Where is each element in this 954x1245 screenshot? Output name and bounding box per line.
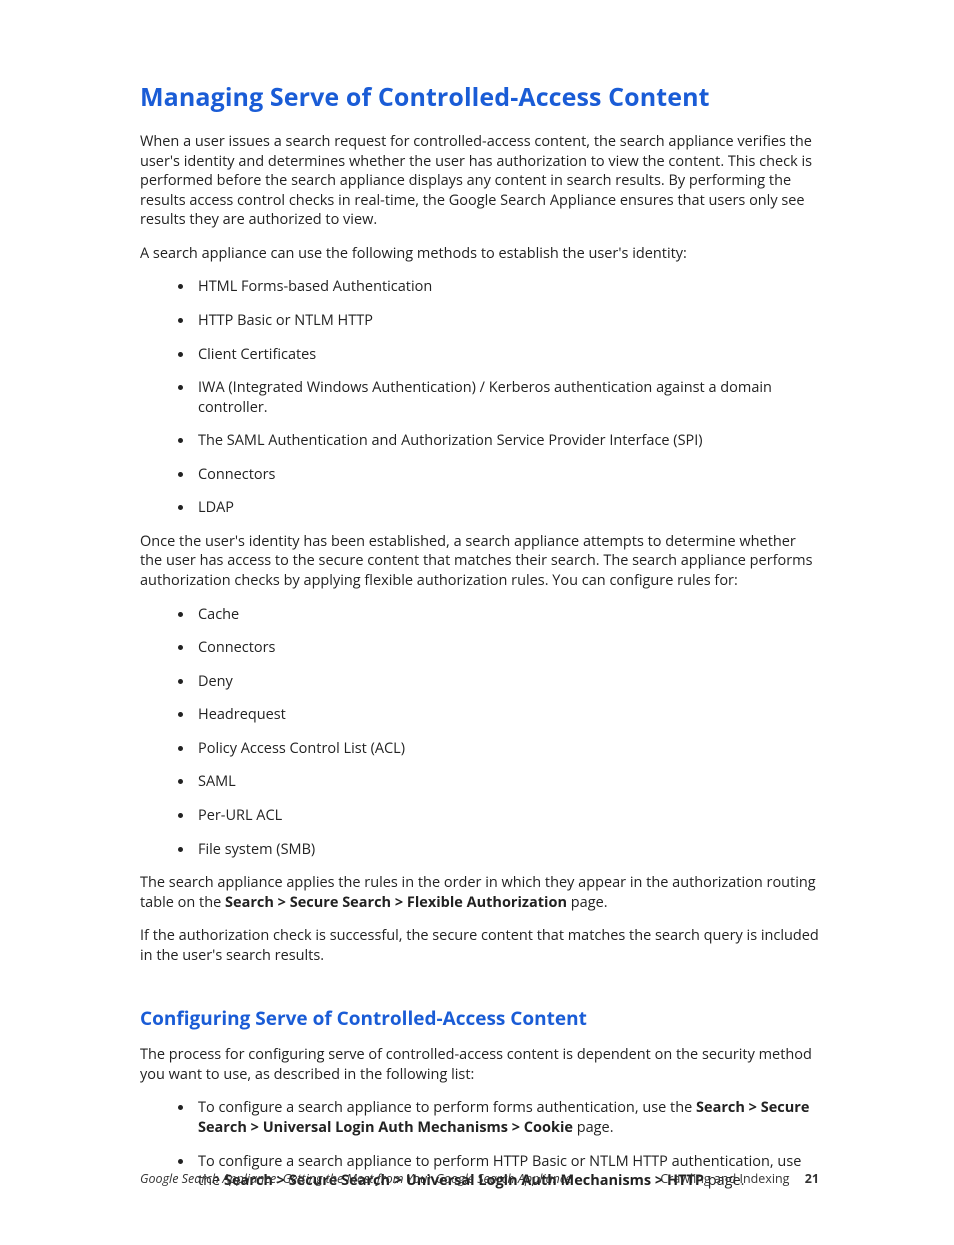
list-item: HTML Forms-based Authentication bbox=[194, 277, 819, 297]
heading-2: Configuring Serve of Controlled-Access C… bbox=[140, 1005, 819, 1031]
text: page. bbox=[567, 893, 608, 912]
list-item: Client Certificates bbox=[194, 345, 819, 365]
list-item: SAML bbox=[194, 772, 819, 792]
list-item: LDAP bbox=[194, 498, 819, 518]
text: page. bbox=[573, 1118, 614, 1137]
list-item: To configure a search appliance to perfo… bbox=[194, 1098, 819, 1137]
footer-section-name: Crawling and Indexing bbox=[660, 1170, 789, 1187]
list-item: Connectors bbox=[194, 465, 819, 485]
paragraph: Once the user's identity has been establ… bbox=[140, 532, 819, 591]
list-item: Per-URL ACL bbox=[194, 806, 819, 826]
page-footer: Google Search Appliance: Getting the Mos… bbox=[140, 1170, 819, 1187]
list-item: Policy Access Control List (ACL) bbox=[194, 739, 819, 759]
list-item: Headrequest bbox=[194, 705, 819, 725]
paragraph: The search appliance applies the rules i… bbox=[140, 873, 819, 912]
list-item: File system (SMB) bbox=[194, 840, 819, 860]
heading-1: Managing Serve of Controlled-Access Cont… bbox=[140, 80, 819, 114]
bullet-list: HTML Forms-based Authentication HTTP Basi… bbox=[140, 277, 819, 518]
text: To configure a search appliance to perfo… bbox=[198, 1098, 696, 1117]
footer-doc-title: Google Search Appliance: Getting the Mos… bbox=[140, 1170, 572, 1187]
paragraph: A search appliance can use the following… bbox=[140, 244, 819, 264]
menu-path: Search > Secure Search > Flexible Author… bbox=[225, 893, 567, 912]
list-item: Deny bbox=[194, 672, 819, 692]
list-item: The SAML Authentication and Authorizatio… bbox=[194, 431, 819, 451]
bullet-list: Cache Connectors Deny Headrequest Policy Acc… bbox=[140, 605, 819, 860]
list-item: IWA (Integrated Windows Authentication) … bbox=[194, 378, 819, 417]
footer-section: Crawling and Indexing 21 bbox=[660, 1170, 819, 1187]
paragraph: If the authorization check is successful… bbox=[140, 926, 819, 965]
list-item: Connectors bbox=[194, 638, 819, 658]
page-number: 21 bbox=[805, 1170, 819, 1187]
paragraph: When a user issues a search request for … bbox=[140, 132, 819, 230]
document-page: Managing Serve of Controlled-Access Cont… bbox=[0, 0, 954, 1245]
paragraph: The process for configuring serve of con… bbox=[140, 1045, 819, 1084]
list-item: Cache bbox=[194, 605, 819, 625]
list-item: HTTP Basic or NTLM HTTP bbox=[194, 311, 819, 331]
